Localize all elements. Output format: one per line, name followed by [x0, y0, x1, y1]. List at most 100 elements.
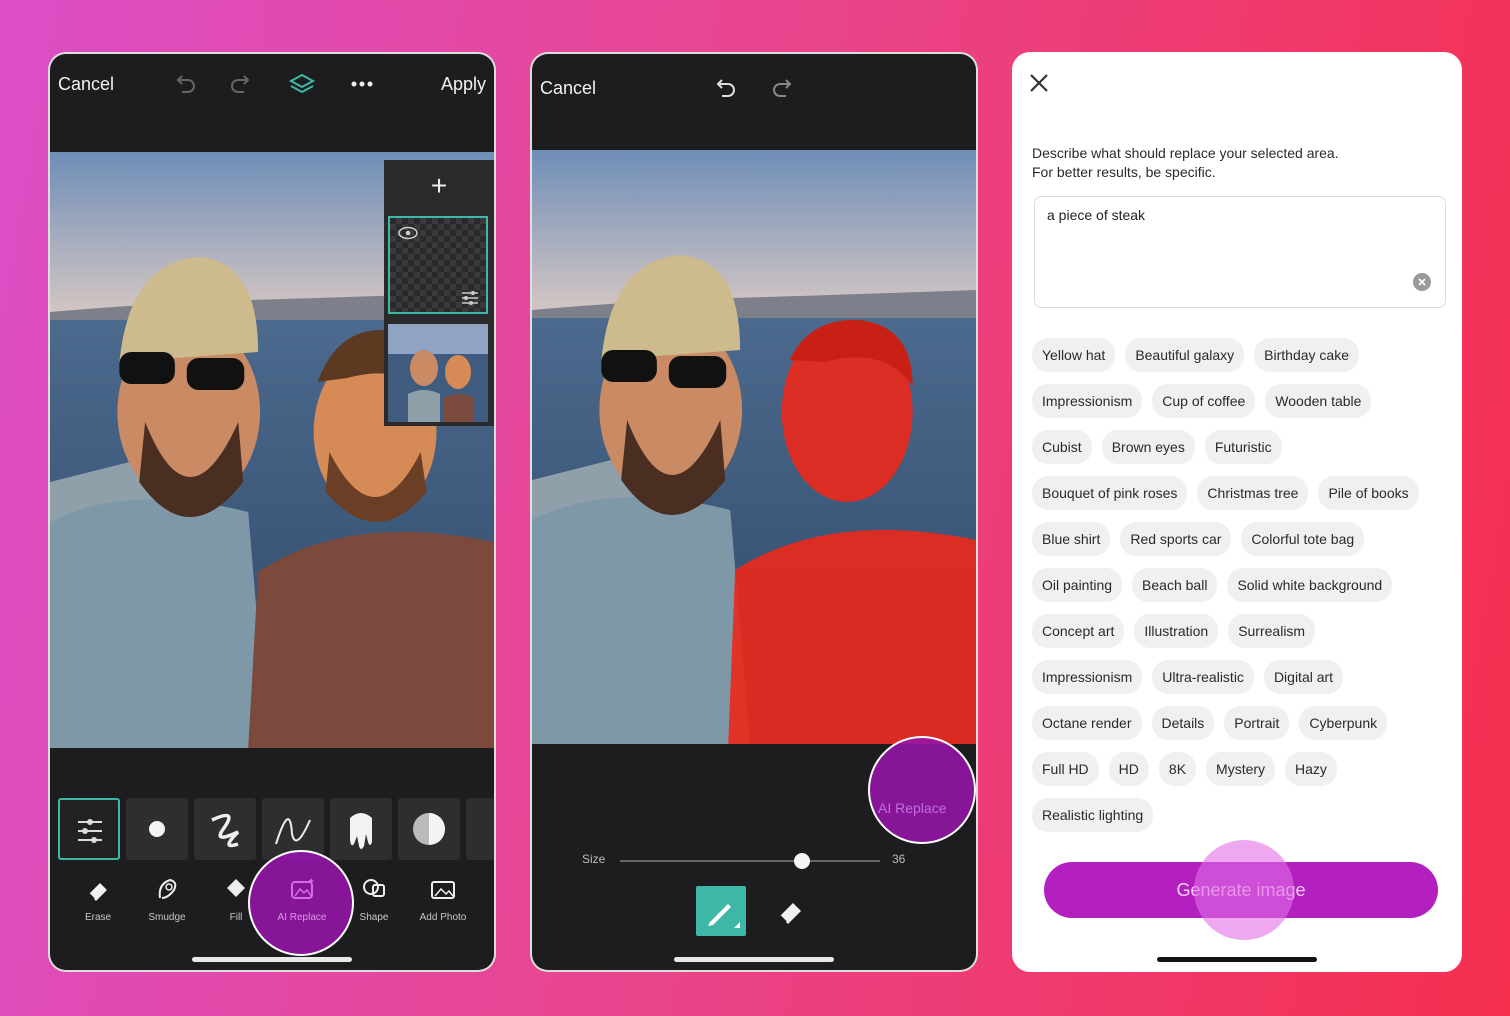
- suggestion-chip[interactable]: Colorful tote bag: [1241, 522, 1365, 556]
- suggestion-chip[interactable]: Full HD: [1032, 752, 1099, 786]
- size-track[interactable]: [620, 853, 880, 869]
- scribble-brush-icon: [211, 813, 240, 848]
- suggestion-chip[interactable]: Birthday cake: [1254, 338, 1359, 372]
- suggestion-chip[interactable]: Oil painting: [1032, 568, 1123, 602]
- editor-screen-mask: Cancel AI Replace Size 36: [530, 52, 978, 972]
- tool-shape-label: Shape: [359, 912, 389, 923]
- suggestion-chips: Yellow hat Beautiful galaxy Birthday cake I…: [1032, 338, 1438, 844]
- suggestion-chip[interactable]: Surrealism: [1228, 614, 1316, 648]
- suggestion-chip[interactable]: Wooden table: [1265, 384, 1372, 418]
- undo-icon[interactable]: [170, 70, 198, 98]
- suggestion-chip[interactable]: Mystery: [1206, 752, 1276, 786]
- size-knob[interactable]: [793, 853, 810, 869]
- tool-add-photo[interactable]: Add Photo: [411, 874, 475, 923]
- brush-settings-button[interactable]: [58, 798, 120, 860]
- mask-eraser-button[interactable]: [774, 894, 810, 930]
- clear-text-icon[interactable]: [1413, 273, 1431, 291]
- suggestion-chip[interactable]: Cyberpunk: [1299, 706, 1388, 740]
- cancel-button[interactable]: Cancel: [540, 78, 596, 99]
- ai-replace-highlight[interactable]: AI Replace: [868, 736, 976, 844]
- tool-erase[interactable]: Erase: [66, 874, 130, 923]
- ai-replace-button[interactable]: AI Replace: [878, 800, 946, 816]
- suggestion-chip[interactable]: Solid white background: [1227, 568, 1393, 602]
- suggestion-chip[interactable]: Futuristic: [1204, 430, 1282, 464]
- prompt-text[interactable]: a piece of steak: [1047, 207, 1145, 223]
- suggestion-chip[interactable]: Realistic lighting: [1032, 798, 1154, 832]
- close-icon[interactable]: [1026, 70, 1052, 96]
- brush-round[interactable]: [126, 798, 188, 860]
- gradient-brush-icon: [413, 813, 445, 845]
- apply-button[interactable]: Apply: [441, 74, 486, 95]
- more-options-icon[interactable]: [348, 70, 376, 98]
- suggestion-chip[interactable]: Yellow hat: [1032, 338, 1116, 372]
- brush-size-slider[interactable]: Size 36: [532, 852, 976, 872]
- tool-ai-replace[interactable]: AI Replace: [270, 874, 334, 923]
- suggestion-chip[interactable]: Cup of coffee: [1152, 384, 1256, 418]
- home-indicator: [192, 957, 352, 962]
- undo-icon[interactable]: [710, 74, 738, 102]
- suggestion-chip[interactable]: Concept art: [1032, 614, 1125, 648]
- shape-icon: [363, 879, 385, 897]
- suggestion-chip[interactable]: Details: [1151, 706, 1215, 740]
- brush-drip[interactable]: [330, 798, 392, 860]
- suggestion-chip[interactable]: Octane render: [1032, 706, 1142, 740]
- top-bar: Cancel: [532, 54, 976, 114]
- fill-bucket-icon: [227, 879, 245, 897]
- eraser-icon: [779, 903, 801, 924]
- editor-screen-layers: Cancel Apply + Erase Smudge Fill AI Repl…: [48, 52, 496, 972]
- suggestion-chip[interactable]: Bouquet of pink roses: [1032, 476, 1188, 510]
- suggestion-chip[interactable]: Digital art: [1263, 660, 1344, 694]
- suggestion-chip[interactable]: Ultra-realistic: [1152, 660, 1254, 694]
- ai-replace-icon: [291, 878, 314, 899]
- empty-layer-thumb[interactable]: [388, 216, 488, 314]
- tool-add-photo-label: Add Photo: [419, 912, 467, 923]
- suggestion-chip[interactable]: Hazy: [1285, 752, 1337, 786]
- tap-indicator: [1194, 840, 1294, 940]
- home-indicator: [1157, 957, 1317, 962]
- suggestion-chip[interactable]: Pile of books: [1318, 476, 1419, 510]
- top-bar: Cancel Apply: [50, 54, 494, 114]
- round-brush-icon: [149, 821, 165, 837]
- suggestion-chip[interactable]: Red sports car: [1120, 522, 1232, 556]
- brush-more[interactable]: [466, 798, 494, 860]
- instructions-text: Describe what should replace your select…: [1032, 144, 1420, 182]
- instructions-line-1: Describe what should replace your select…: [1032, 145, 1339, 161]
- suggestion-chip[interactable]: Impressionism: [1032, 660, 1143, 694]
- suggestion-chip[interactable]: Blue shirt: [1032, 522, 1111, 556]
- suggestion-chip[interactable]: Impressionism: [1032, 384, 1143, 418]
- eye-icon[interactable]: [398, 226, 418, 240]
- masked-photo[interactable]: [532, 150, 976, 744]
- suggestion-chip[interactable]: Cubist: [1032, 430, 1092, 464]
- layers-icon[interactable]: [288, 70, 316, 98]
- brush-scribble[interactable]: [194, 798, 256, 860]
- size-label: Size: [582, 852, 606, 866]
- tool-ai-replace-label: AI Replace: [277, 912, 327, 923]
- suggestion-chip[interactable]: Christmas tree: [1197, 476, 1309, 510]
- brush-gradient[interactable]: [398, 798, 460, 860]
- ai-replace-prompt-screen: Describe what should replace your select…: [1012, 52, 1462, 972]
- prompt-input[interactable]: a piece of steak: [1034, 196, 1446, 308]
- suggestion-chip[interactable]: 8K: [1158, 752, 1197, 786]
- suggestion-chip[interactable]: Portrait: [1224, 706, 1290, 740]
- tool-erase-label: Erase: [84, 912, 112, 923]
- tool-shape[interactable]: Shape: [342, 874, 406, 923]
- size-value: 36: [892, 852, 906, 866]
- suggestion-chip[interactable]: Beach ball: [1132, 568, 1218, 602]
- suggestion-chip[interactable]: HD: [1108, 752, 1149, 786]
- add-layer-icon[interactable]: +: [384, 170, 494, 202]
- instructions-line-2: For better results, be specific.: [1032, 164, 1216, 180]
- home-indicator: [674, 957, 834, 962]
- suggestion-chip[interactable]: Brown eyes: [1101, 430, 1195, 464]
- redo-icon[interactable]: [770, 74, 798, 102]
- suggestion-chip[interactable]: Beautiful galaxy: [1125, 338, 1245, 372]
- layer-adjust-icon[interactable]: [460, 290, 480, 306]
- brush-pen-button[interactable]: [696, 886, 746, 936]
- suggestion-chip[interactable]: Illustration: [1134, 614, 1219, 648]
- tool-bar: Erase Smudge Fill AI Replace Shape Add P…: [50, 850, 494, 956]
- photo-layer-thumb[interactable]: [388, 324, 488, 422]
- tool-smudge[interactable]: Smudge: [135, 874, 199, 923]
- redo-icon[interactable]: [228, 70, 256, 98]
- sliders-icon: [78, 819, 102, 843]
- drip-brush-icon: [350, 813, 372, 849]
- cancel-button[interactable]: Cancel: [58, 74, 114, 95]
